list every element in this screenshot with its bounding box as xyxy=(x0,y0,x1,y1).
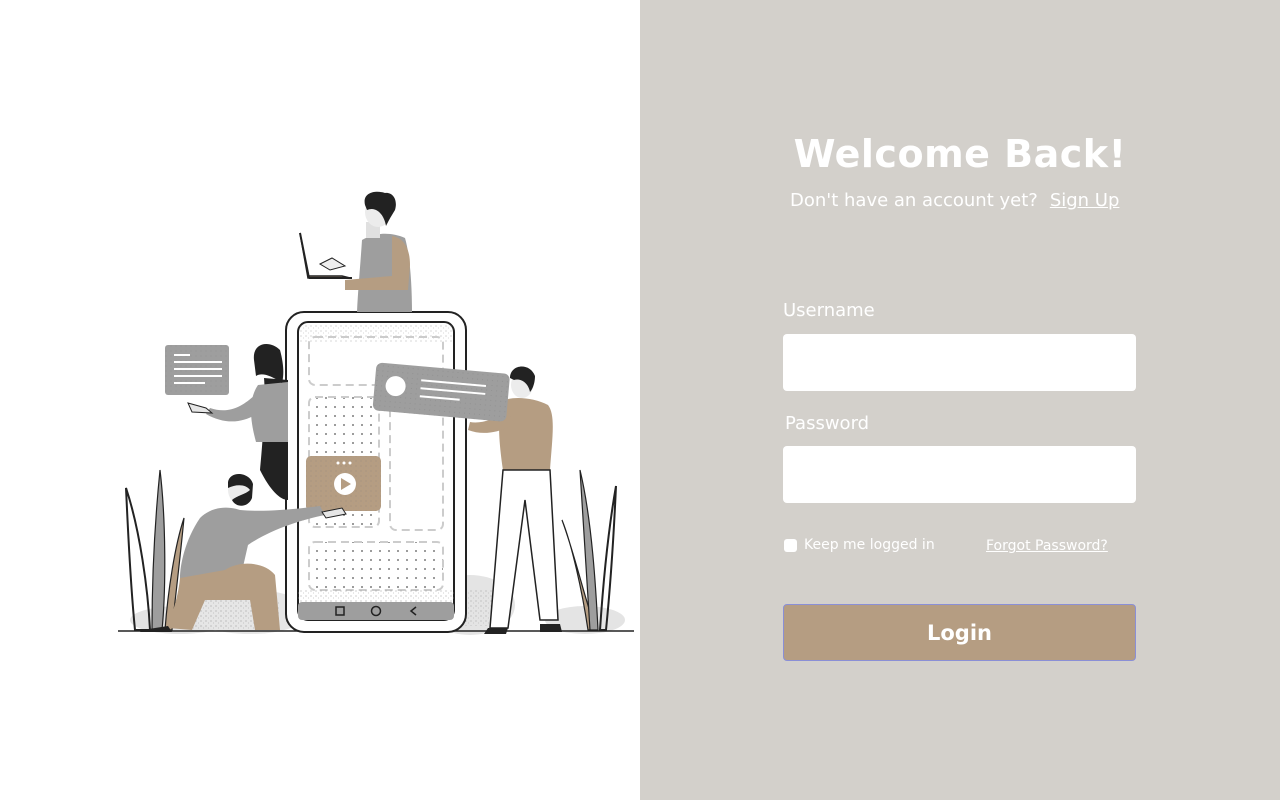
password-input[interactable] xyxy=(783,446,1136,503)
right-plants xyxy=(561,469,617,631)
play-video-card-icon xyxy=(306,456,381,511)
keep-logged-in-label: Keep me logged in xyxy=(804,537,935,553)
signup-prompt: Don't have an account yet? Sign Up xyxy=(790,190,1119,211)
person-with-laptop xyxy=(299,191,412,312)
page-title: Welcome Back! xyxy=(793,132,1127,176)
forgot-password-link[interactable]: Forgot Password? xyxy=(986,538,1108,554)
signup-prompt-text: Don't have an account yet? xyxy=(790,190,1038,211)
login-panel: Welcome Back! Don't have an account yet?… xyxy=(640,0,1280,800)
login-button[interactable]: Login xyxy=(783,604,1136,661)
keep-logged-in-checkbox[interactable] xyxy=(784,538,797,552)
sign-up-link[interactable]: Sign Up xyxy=(1050,190,1120,211)
password-label: Password xyxy=(785,413,870,434)
illustration-panel xyxy=(0,0,640,800)
team-building-app-illustration xyxy=(118,191,634,635)
woman-with-card xyxy=(165,344,288,500)
username-input[interactable] xyxy=(783,334,1136,391)
keep-logged-in-control[interactable]: Keep me logged in xyxy=(784,537,935,553)
username-label: Username xyxy=(783,300,875,321)
